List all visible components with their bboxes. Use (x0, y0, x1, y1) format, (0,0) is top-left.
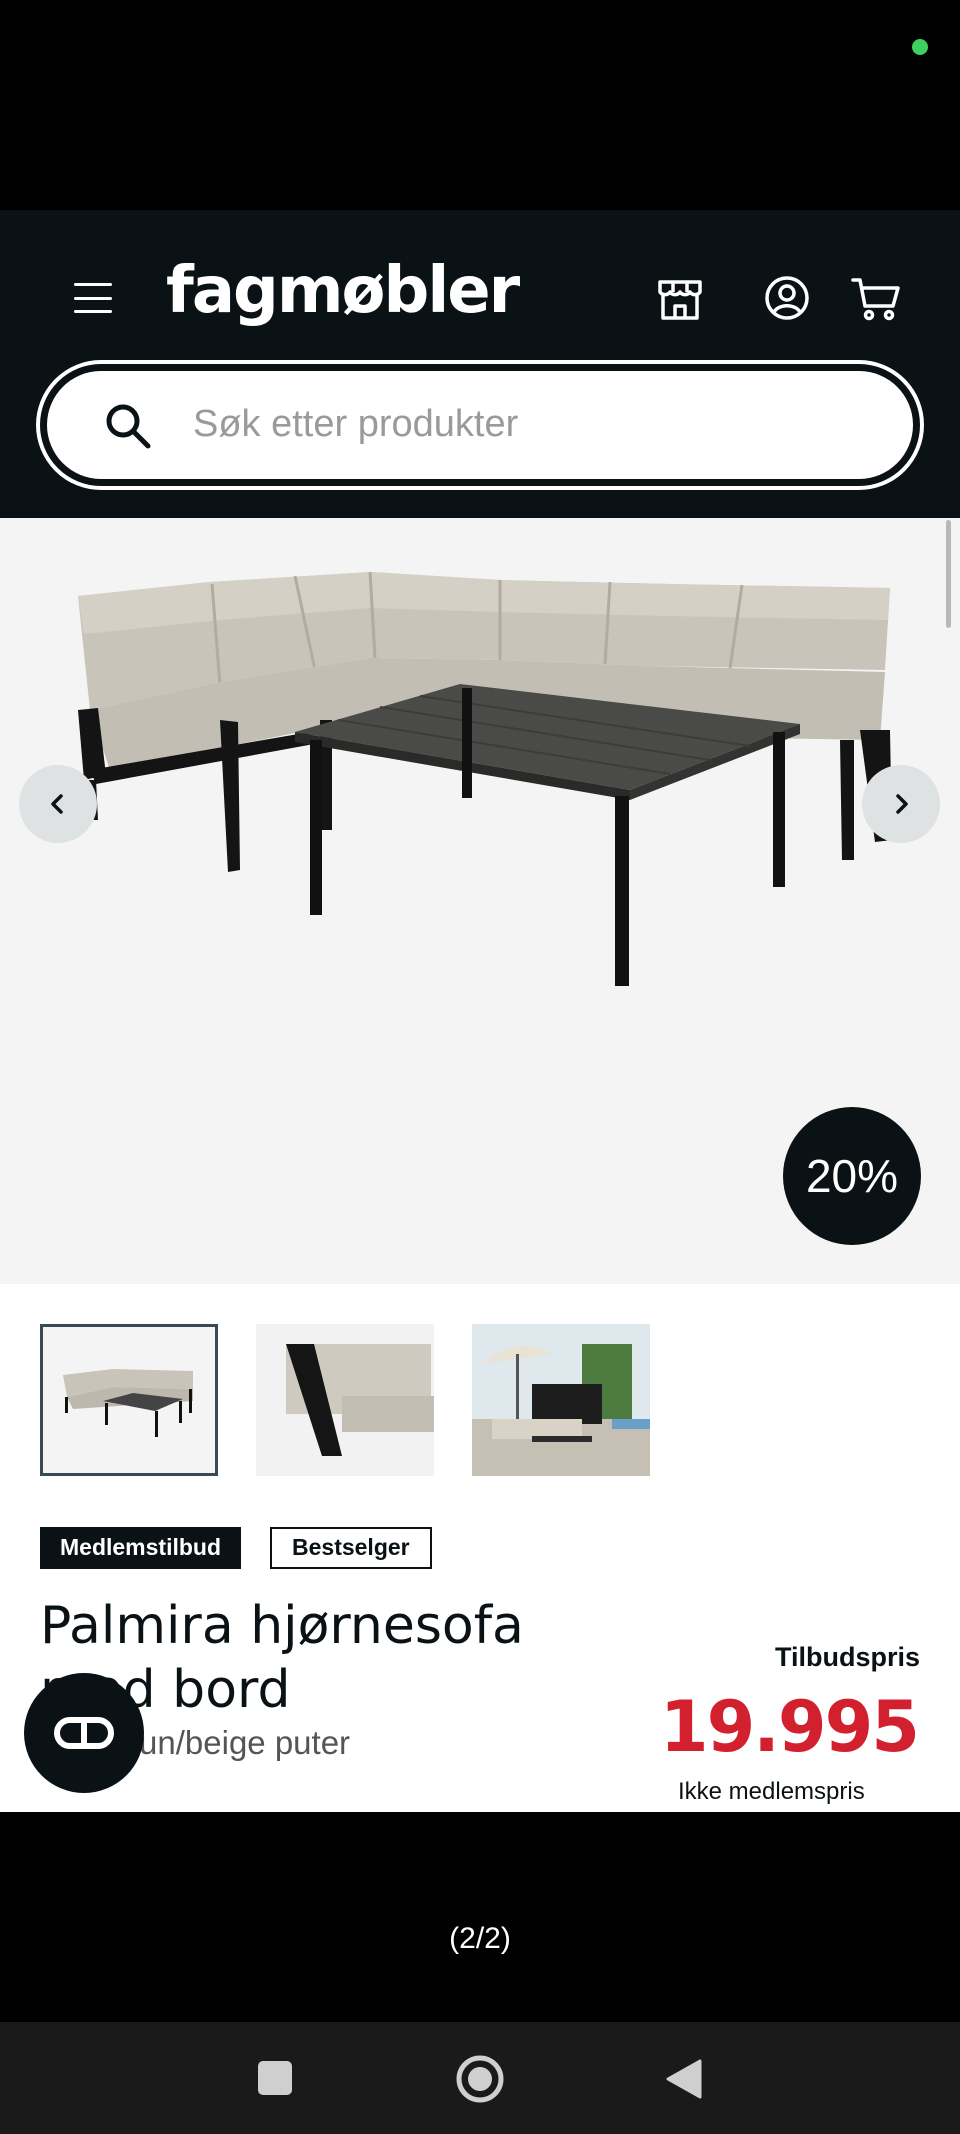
search-bar[interactable] (36, 360, 924, 490)
store-icon[interactable] (654, 272, 706, 324)
product-image[interactable] (70, 560, 910, 990)
gallery-prev-button[interactable] (19, 765, 97, 843)
chat-button[interactable] (24, 1673, 144, 1793)
thumbnail-2[interactable] (256, 1324, 434, 1476)
status-bar (0, 0, 960, 210)
menu-icon[interactable] (72, 278, 114, 318)
recent-apps-icon[interactable] (258, 2061, 292, 2095)
product-price: 19.995 (659, 1686, 920, 1768)
member-price-label: Ikke medlemspris (678, 1778, 865, 1805)
search-input[interactable] (193, 389, 793, 459)
gallery-next-button[interactable] (862, 765, 940, 843)
price-label: Tilbudspris (774, 1642, 920, 1672)
chevron-right-icon (896, 794, 908, 814)
scrollbar[interactable] (946, 520, 951, 628)
discount-badge: 20% (783, 1107, 921, 1245)
badge-bestseller: Bestselger (270, 1527, 432, 1569)
back-icon[interactable] (664, 2058, 704, 2100)
page-indicator: (2/2) (449, 1922, 511, 1955)
search-icon[interactable] (103, 401, 153, 451)
thumbnail-3[interactable] (472, 1324, 650, 1476)
chevron-left-icon (51, 794, 63, 814)
chat-icon (54, 1717, 114, 1749)
badge-member-offer: Medlemstilbud (40, 1527, 242, 1569)
notification-dot-icon (912, 39, 928, 55)
home-icon[interactable] (455, 2054, 505, 2104)
account-icon[interactable] (761, 272, 813, 324)
thumbnail-1[interactable] (40, 1324, 218, 1476)
cart-icon[interactable] (850, 272, 902, 324)
site-logo[interactable]: fagmøbler (166, 246, 520, 336)
